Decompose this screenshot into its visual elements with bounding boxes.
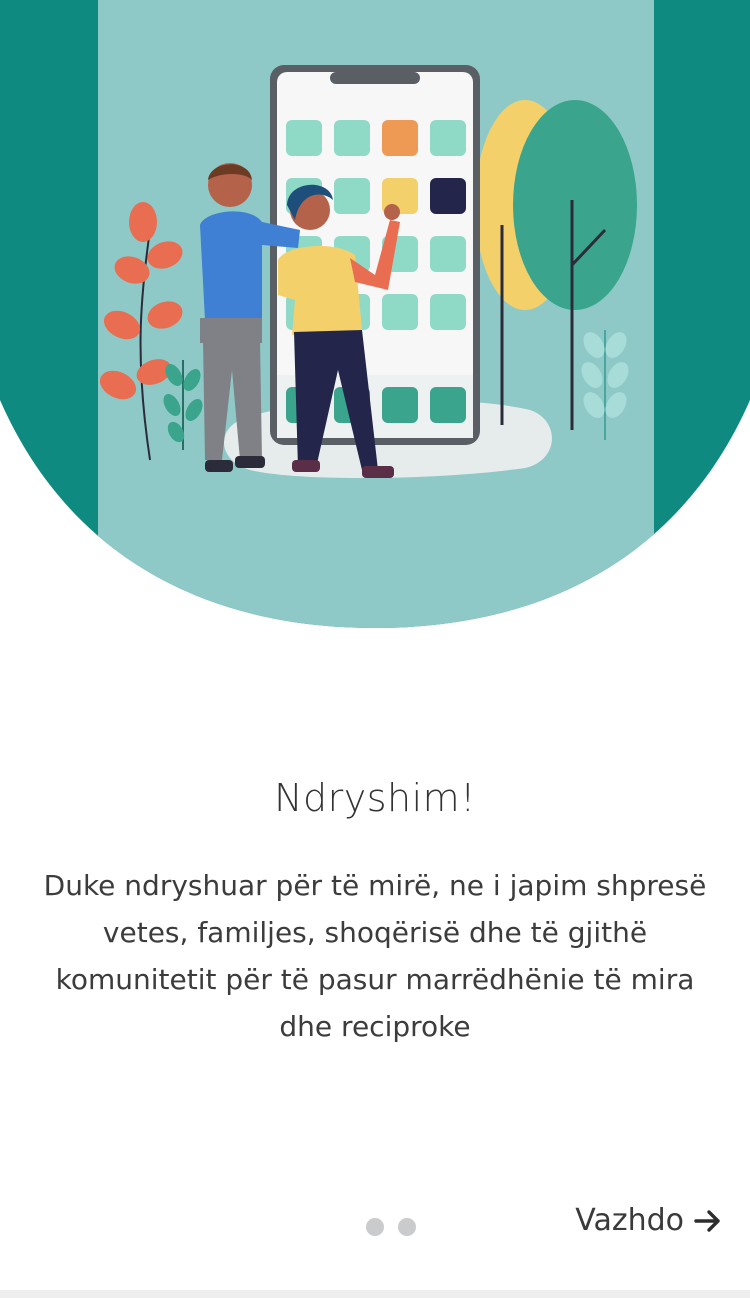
pagination-dots: [366, 1218, 416, 1236]
continue-button[interactable]: Vazhdo: [575, 1203, 722, 1238]
continue-label: Vazhdo: [575, 1203, 684, 1238]
onboarding-description: Duke ndryshuar për të mirë, ne i japim s…: [43, 869, 707, 1043]
hero-illustration: [0, 0, 750, 628]
arrow-right-icon: [694, 1209, 722, 1233]
pagination-dot-2[interactable]: [398, 1218, 416, 1236]
bottom-strip: [0, 1290, 750, 1298]
pagination-dot-1[interactable]: [366, 1218, 384, 1236]
onboarding-title: Ndryshim!: [274, 776, 476, 820]
